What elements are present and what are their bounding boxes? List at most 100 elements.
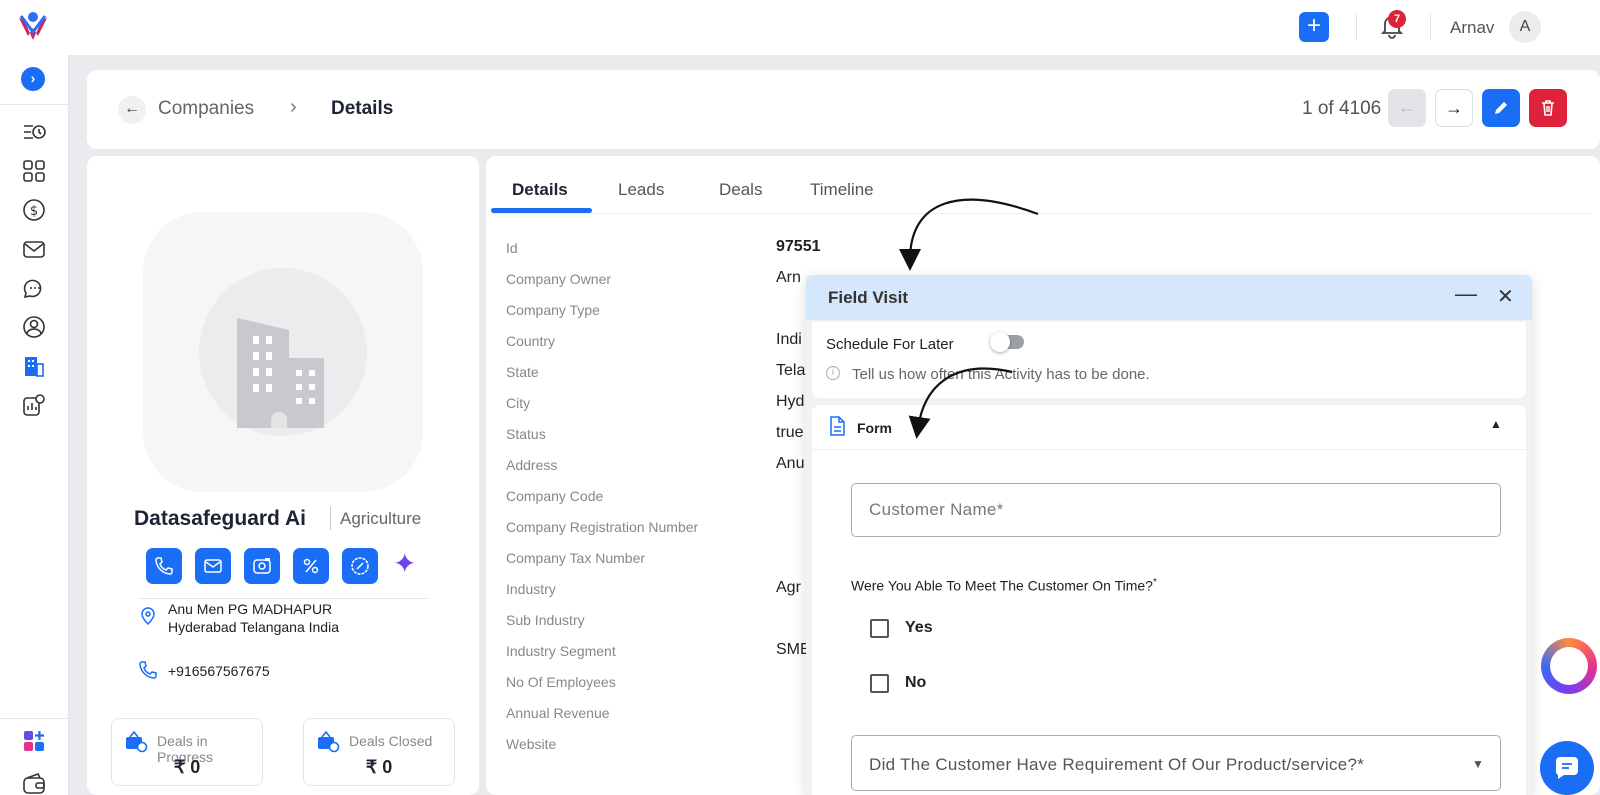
mail-icon[interactable] <box>21 236 47 262</box>
company-image <box>143 212 423 492</box>
next-record-button[interactable]: → <box>1435 89 1473 127</box>
tab-timeline[interactable]: Timeline <box>810 180 874 200</box>
address-line-2: Hyderabad Telangana India <box>168 619 339 635</box>
question-text: Were You Able To Meet The Customer On Ti… <box>851 577 1153 594</box>
stat-label: Deals Closed <box>349 733 433 749</box>
document-icon <box>830 416 845 436</box>
tab-deals[interactable]: Deals <box>719 180 762 200</box>
settings-report-icon[interactable] <box>21 392 47 418</box>
yes-label[interactable]: Yes <box>905 619 933 637</box>
company-image-circle <box>199 268 367 436</box>
svg-text:$: $ <box>30 204 38 219</box>
chat-icon[interactable] <box>21 275 47 301</box>
tab-details[interactable]: Details <box>512 180 568 200</box>
customer-name-input[interactable] <box>851 483 1501 537</box>
no-label[interactable]: No <box>905 674 926 692</box>
chevron-right-icon[interactable]: › <box>21 67 45 91</box>
divider <box>0 104 69 105</box>
divider <box>0 718 69 719</box>
deals-closed-card[interactable]: Deals Closed ₹ 0 <box>303 718 455 786</box>
collapse-icon[interactable]: ▲ <box>1490 417 1502 431</box>
close-icon[interactable]: ✕ <box>1497 284 1514 309</box>
question-label: Were You Able To Meet The Customer On Ti… <box>851 577 1157 594</box>
avatar[interactable]: A <box>1509 11 1541 43</box>
chat-support-button[interactable] <box>1540 741 1594 795</box>
schedule-section: Schedule For Later i Tell us how often t… <box>812 322 1526 398</box>
location-icon <box>141 607 155 626</box>
divider <box>330 506 331 530</box>
info-icon: i <box>826 366 840 380</box>
minimize-icon[interactable]: — <box>1455 281 1477 307</box>
select-placeholder: Did The Customer Have Requirement Of Our… <box>869 755 1365 774</box>
divider <box>491 213 1591 214</box>
percent-icon <box>303 558 319 574</box>
divider <box>138 598 428 599</box>
breadcrumb: ← Companies › Details 1 of 4106 ← → <box>87 70 1600 149</box>
call-button[interactable] <box>146 548 182 584</box>
contact-icon[interactable] <box>21 314 47 340</box>
field-label: Status <box>506 426 546 442</box>
trash-icon <box>1542 100 1554 116</box>
field-label: Address <box>506 457 558 473</box>
schedule-hint: Tell us how often this Activity has to b… <box>852 366 1150 383</box>
yes-checkbox[interactable] <box>870 619 889 638</box>
requirement-select[interactable]: Did The Customer Have Requirement Of Our… <box>851 735 1501 791</box>
previous-record-button[interactable]: ← <box>1388 89 1426 127</box>
field-label: Company Tax Number <box>506 550 646 566</box>
dollar-icon[interactable]: $ <box>21 197 47 223</box>
company-name: Datasafeguard Ai <box>134 507 306 530</box>
deals-in-progress-card[interactable]: Deals in Progress ₹ 0 <box>111 718 263 786</box>
offer-button[interactable] <box>342 548 378 584</box>
company-industry: Agriculture <box>340 509 422 528</box>
breadcrumb-companies-link[interactable]: Companies <box>158 98 254 120</box>
form-section: Form ▲ Were You Able To Meet The Custome… <box>812 405 1526 795</box>
field-label: Website <box>506 736 557 752</box>
divider <box>1430 14 1431 40</box>
notification-badge: 7 <box>1388 10 1406 28</box>
field-value: Hyd <box>776 393 805 410</box>
chevron-down-icon: ▼ <box>1472 757 1484 771</box>
activity-list-icon[interactable] <box>21 119 47 145</box>
field-label: Company Type <box>506 302 600 318</box>
field-label: Industry Segment <box>506 643 616 659</box>
add-button[interactable]: + <box>1299 12 1329 42</box>
field-value: Indi <box>776 331 802 348</box>
sparkle-icon[interactable]: ✦ <box>393 547 416 580</box>
assistant-widget[interactable] <box>1541 638 1597 694</box>
field-label: Country <box>506 333 556 349</box>
deal-button[interactable] <box>293 548 329 584</box>
dashboard-grid-icon[interactable] <box>21 158 47 184</box>
app-logo[interactable] <box>16 10 50 44</box>
wallet-icon[interactable] <box>21 771 47 795</box>
email-button[interactable] <box>195 548 231 584</box>
tab-leads[interactable]: Leads <box>618 180 664 200</box>
field-value: Agr <box>776 579 801 596</box>
field-label: Annual Revenue <box>506 705 610 721</box>
phone-icon <box>139 661 157 679</box>
edit-icon <box>1495 102 1507 114</box>
delete-button[interactable] <box>1529 89 1567 127</box>
no-checkbox[interactable] <box>870 674 889 693</box>
field-label: City <box>506 395 531 411</box>
address-line-1: Anu Men PG MADHAPUR <box>168 601 333 617</box>
form-title[interactable]: Form <box>857 420 892 436</box>
field-label: Company Registration Number <box>506 519 699 535</box>
company-phone[interactable]: +916567567675 <box>168 663 270 679</box>
field-label: No Of Employees <box>506 674 616 690</box>
company-icon[interactable] <box>21 353 47 379</box>
modal-title: Field Visit <box>828 288 908 307</box>
field-label: Sub Industry <box>506 612 585 628</box>
video-button[interactable] <box>244 548 280 584</box>
field-label: State <box>506 364 539 380</box>
username[interactable]: Arnav <box>1450 18 1494 38</box>
deal-icon <box>126 730 148 753</box>
toggle-knob[interactable] <box>990 332 1010 352</box>
video-icon <box>253 558 271 574</box>
arrow-left-icon[interactable]: ← <box>118 96 146 124</box>
stat-value: ₹ 0 <box>365 757 393 777</box>
chat-bubble-icon <box>1555 757 1578 779</box>
apps-icon[interactable] <box>21 728 47 754</box>
field-value: Arn <box>776 269 801 286</box>
edit-button[interactable] <box>1482 89 1520 127</box>
badge-icon <box>351 557 369 575</box>
